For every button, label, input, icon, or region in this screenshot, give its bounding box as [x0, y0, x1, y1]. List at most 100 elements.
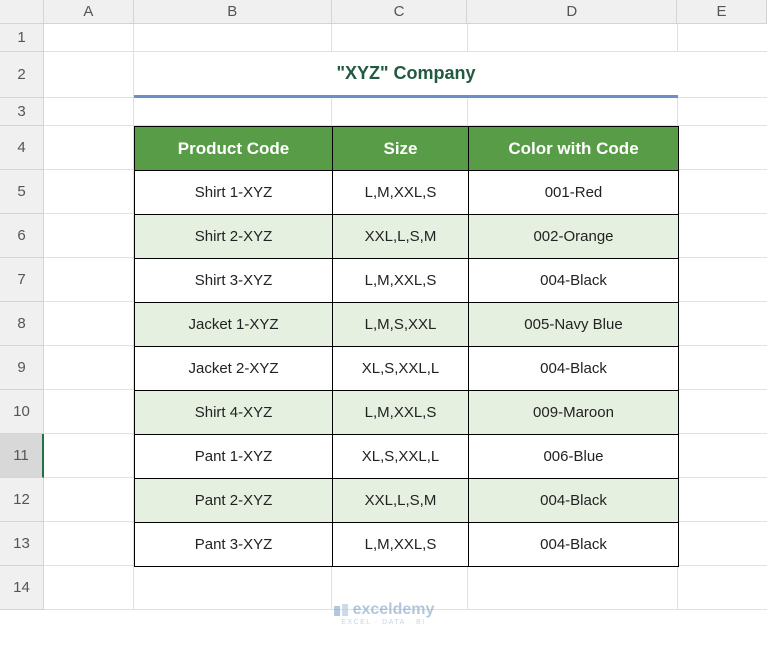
table-cell[interactable]: XXL,L,S,M — [333, 479, 469, 523]
watermark-icon — [333, 602, 349, 618]
cell[interactable] — [468, 24, 678, 52]
col-header-A[interactable]: A — [44, 0, 134, 24]
table-cell[interactable]: Jacket 1-XYZ — [135, 303, 333, 347]
table-cell[interactable]: XXL,L,S,M — [333, 215, 469, 259]
cell[interactable] — [678, 24, 767, 52]
row-header-14[interactable]: 14 — [0, 566, 44, 610]
row-header-9[interactable]: 9 — [0, 346, 44, 390]
row-header-11[interactable]: 11 — [0, 434, 44, 478]
table-cell[interactable]: Pant 3-XYZ — [135, 523, 333, 567]
row-header-2[interactable]: 2 — [0, 52, 44, 98]
table-cell[interactable]: L,M,XXL,S — [333, 259, 469, 303]
cell[interactable] — [678, 52, 767, 98]
cell[interactable] — [44, 24, 134, 52]
cell[interactable] — [678, 566, 767, 610]
cell[interactable] — [678, 478, 767, 522]
table-row: Jacket 2-XYZXL,S,XXL,L004-Black — [135, 347, 679, 391]
table-cell[interactable]: 004-Black — [469, 259, 679, 303]
col-header-D[interactable]: D — [467, 0, 677, 24]
table-cell[interactable]: 004-Black — [469, 523, 679, 567]
cell[interactable] — [44, 126, 134, 170]
cell[interactable] — [44, 566, 134, 610]
table-header-row: Product CodeSizeColor with Code — [135, 127, 679, 171]
cell[interactable] — [44, 302, 134, 346]
cell[interactable] — [44, 98, 134, 126]
row-header-1[interactable]: 1 — [0, 24, 44, 52]
company-title: "XYZ" Company — [134, 52, 678, 98]
cell[interactable] — [678, 346, 767, 390]
cell[interactable] — [134, 24, 332, 52]
cell[interactable] — [678, 170, 767, 214]
table-cell[interactable]: Pant 1-XYZ — [135, 435, 333, 479]
table-cell[interactable]: 001-Red — [469, 171, 679, 215]
cell[interactable] — [468, 98, 678, 126]
cell[interactable] — [678, 258, 767, 302]
table-row: Pant 3-XYZL,M,XXL,S004-Black — [135, 523, 679, 567]
row-header-13[interactable]: 13 — [0, 522, 44, 566]
table-cell[interactable]: 006-Blue — [469, 435, 679, 479]
col-header-E[interactable]: E — [677, 0, 767, 24]
row-header-3[interactable]: 3 — [0, 98, 44, 126]
table-cell[interactable]: L,M,S,XXL — [333, 303, 469, 347]
row-header-4[interactable]: 4 — [0, 126, 44, 170]
table-row: Shirt 1-XYZL,M,XXL,S001-Red — [135, 171, 679, 215]
cell[interactable] — [678, 302, 767, 346]
cell[interactable] — [44, 258, 134, 302]
table-cell[interactable]: Shirt 4-XYZ — [135, 391, 333, 435]
cell[interactable] — [332, 24, 468, 52]
cell[interactable] — [678, 214, 767, 258]
table-row: Shirt 3-XYZL,M,XXL,S004-Black — [135, 259, 679, 303]
product-table: Product CodeSizeColor with Code Shirt 1-… — [134, 126, 679, 567]
col-header-C[interactable]: C — [332, 0, 468, 24]
cell[interactable] — [44, 52, 134, 98]
col-header-B[interactable]: B — [134, 0, 332, 24]
cell[interactable] — [468, 566, 678, 610]
table-row: Jacket 1-XYZL,M,S,XXL005-Navy Blue — [135, 303, 679, 347]
cell[interactable] — [44, 346, 134, 390]
table-cell[interactable]: Shirt 3-XYZ — [135, 259, 333, 303]
cell[interactable] — [678, 390, 767, 434]
cell[interactable] — [134, 98, 332, 126]
row-header-7[interactable]: 7 — [0, 258, 44, 302]
table-cell[interactable]: Jacket 2-XYZ — [135, 347, 333, 391]
table-cell[interactable]: L,M,XXL,S — [333, 171, 469, 215]
table-cell[interactable]: 009-Maroon — [469, 391, 679, 435]
table-header[interactable]: Color with Code — [469, 127, 679, 171]
row-header-12[interactable]: 12 — [0, 478, 44, 522]
cell[interactable] — [678, 434, 767, 478]
row-headers: 1234567891011121314 — [0, 24, 44, 610]
table-cell[interactable]: XL,S,XXL,L — [333, 347, 469, 391]
table-row: Shirt 2-XYZXXL,L,S,M002-Orange — [135, 215, 679, 259]
table-cell[interactable]: 005-Navy Blue — [469, 303, 679, 347]
cell[interactable] — [44, 214, 134, 258]
table-cell[interactable]: Shirt 2-XYZ — [135, 215, 333, 259]
cell[interactable] — [678, 98, 767, 126]
table-header[interactable]: Product Code — [135, 127, 333, 171]
watermark-tagline: EXCEL · DATA · BI — [341, 619, 426, 626]
row-header-5[interactable]: 5 — [0, 170, 44, 214]
table-cell[interactable]: L,M,XXL,S — [333, 523, 469, 567]
table-cell[interactable]: 004-Black — [469, 479, 679, 523]
table-cell[interactable]: Pant 2-XYZ — [135, 479, 333, 523]
cell[interactable] — [44, 478, 134, 522]
table-header[interactable]: Size — [333, 127, 469, 171]
row-header-6[interactable]: 6 — [0, 214, 44, 258]
cell[interactable] — [332, 98, 468, 126]
cell[interactable] — [44, 434, 134, 478]
table-cell[interactable]: 004-Black — [469, 347, 679, 391]
row-header-8[interactable]: 8 — [0, 302, 44, 346]
table-cell[interactable]: XL,S,XXL,L — [333, 435, 469, 479]
spreadsheet: ABCDE 1234567891011121314 "XYZ" Company … — [0, 0, 767, 651]
cell[interactable] — [134, 566, 332, 610]
table-cell[interactable]: Shirt 1-XYZ — [135, 171, 333, 215]
row-header-10[interactable]: 10 — [0, 390, 44, 434]
table-cell[interactable]: L,M,XXL,S — [333, 391, 469, 435]
select-all-corner[interactable] — [0, 0, 44, 24]
table-cell[interactable]: 002-Orange — [469, 215, 679, 259]
cell[interactable] — [44, 170, 134, 214]
cell[interactable] — [678, 126, 767, 170]
cell[interactable] — [44, 522, 134, 566]
cell[interactable] — [678, 522, 767, 566]
cell[interactable] — [44, 390, 134, 434]
watermark: exceldemy EXCEL · DATA · BI — [333, 601, 435, 626]
